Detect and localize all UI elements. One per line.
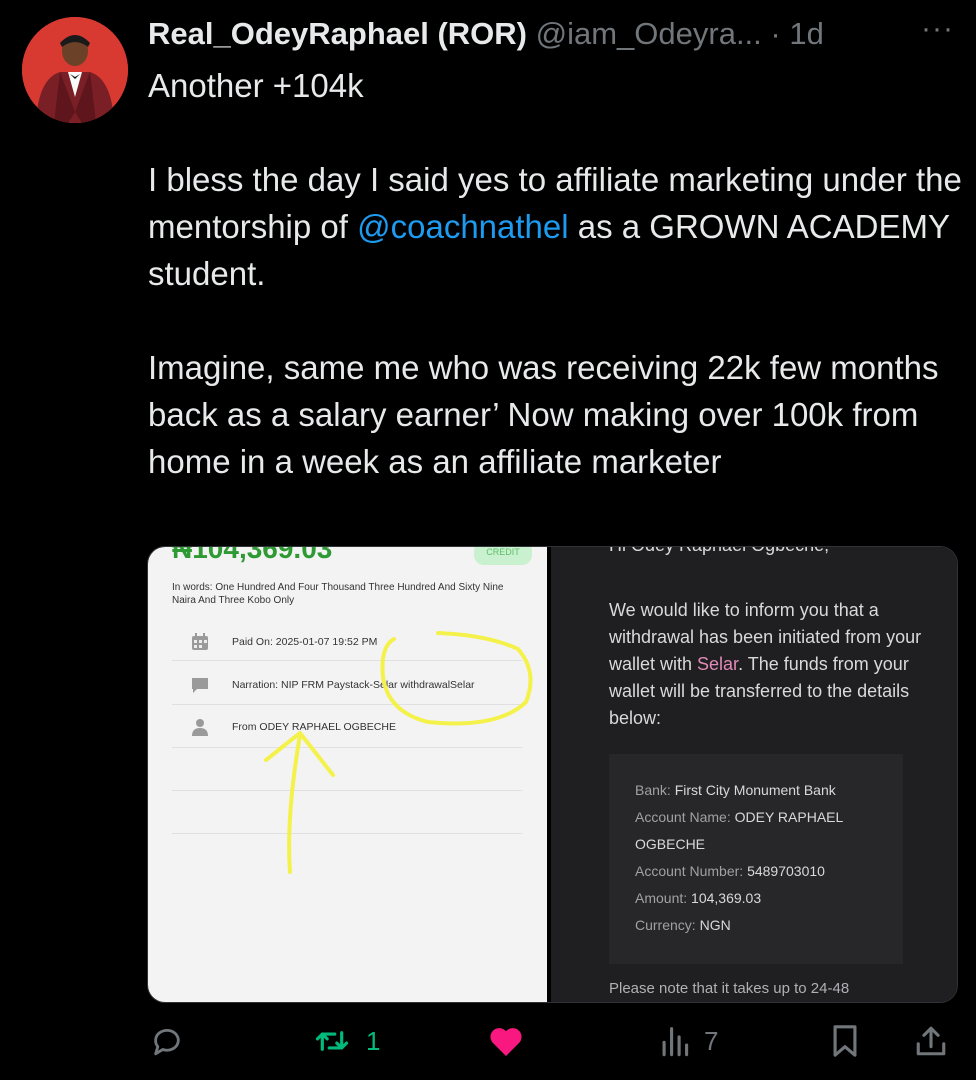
email-greeting: Hi Odey Raphael Ogbeche, xyxy=(609,547,829,556)
bookmark-icon xyxy=(833,1025,857,1057)
highlighter-annotation xyxy=(264,631,533,874)
account-number-value: 5489703010 xyxy=(747,863,825,879)
share-icon xyxy=(916,1026,946,1056)
account-name-label: Account Name: xyxy=(635,809,735,825)
author-display-name[interactable]: Real_OdeyRaphael (ROR) xyxy=(148,16,527,51)
transfer-details-box: Bank: First City Monument Bank Account N… xyxy=(609,754,903,964)
author-handle[interactable]: @iam_Odeyra... xyxy=(536,16,762,51)
bank-label: Bank: xyxy=(635,782,675,798)
mention-link[interactable]: @coachnathel xyxy=(357,208,568,245)
tweet-timestamp[interactable]: · 1d xyxy=(770,16,823,51)
account-number-label: Account Number: xyxy=(635,863,748,879)
reply-icon xyxy=(154,1028,180,1056)
currency-label: Currency: xyxy=(635,917,700,933)
retweet-icon xyxy=(315,1031,349,1051)
more-options-icon[interactable]: ··· xyxy=(921,12,954,46)
retweet-count: 1 xyxy=(366,1026,381,1056)
avatar-image xyxy=(22,17,128,123)
author-avatar[interactable] xyxy=(22,17,128,123)
share-button[interactable] xyxy=(914,1024,948,1063)
account-number-line: Account Number: 5489703010 xyxy=(635,863,825,879)
email-message: We would like to inform you that a withd… xyxy=(609,597,929,732)
bank-line: Bank: First City Monument Bank xyxy=(635,782,836,798)
selar-link: Selar xyxy=(697,654,739,674)
withdrawal-email-image: Hi Odey Raphael Ogbeche, We would like t… xyxy=(551,547,957,1002)
like-button[interactable] xyxy=(488,1024,524,1063)
views-button[interactable]: 7 xyxy=(660,1024,718,1063)
currency-line: Currency: NGN xyxy=(635,917,731,933)
account-name-line-2: OGBECHE xyxy=(635,836,706,852)
amount-value: 104,369.03 xyxy=(691,890,762,906)
tweet-header: Real_OdeyRaphael (ROR) @iam_Odeyra... · … xyxy=(148,14,824,54)
account-name-line: Account Name: ODEY RAPHAEL xyxy=(635,809,843,825)
views-icon xyxy=(662,1027,689,1057)
tweet-text: Another +104k I bless the day I said yes… xyxy=(148,62,963,485)
tweet-line-1: Another +104k xyxy=(148,67,364,104)
retweet-button[interactable]: 1 xyxy=(314,1024,380,1063)
heart-icon xyxy=(490,1028,522,1056)
tweet-paragraph-2: I bless the day I said yes to affiliate … xyxy=(148,156,963,297)
currency-value: NGN xyxy=(699,917,731,933)
views-count: 7 xyxy=(704,1026,719,1056)
tweet-paragraph-3: Imagine, same me who was receiving 22k f… xyxy=(148,349,939,480)
tweet-media[interactable]: ₦104,369.03 CREDIT In words: One Hundred… xyxy=(147,546,958,1003)
reply-button[interactable] xyxy=(150,1024,184,1063)
amount-label: Amount: xyxy=(635,890,692,906)
email-note: Please note that it takes up to 24-48 xyxy=(609,980,850,997)
bank-receipt-image: ₦104,369.03 CREDIT In words: One Hundred… xyxy=(148,547,547,1002)
bookmark-button[interactable] xyxy=(830,1024,860,1063)
amount-line: Amount: 104,369.03 xyxy=(635,890,761,906)
account-name-value: ODEY RAPHAEL xyxy=(734,809,844,825)
tweet-action-bar: 1 7 xyxy=(0,1010,976,1070)
bank-value: First City Monument Bank xyxy=(674,782,836,798)
